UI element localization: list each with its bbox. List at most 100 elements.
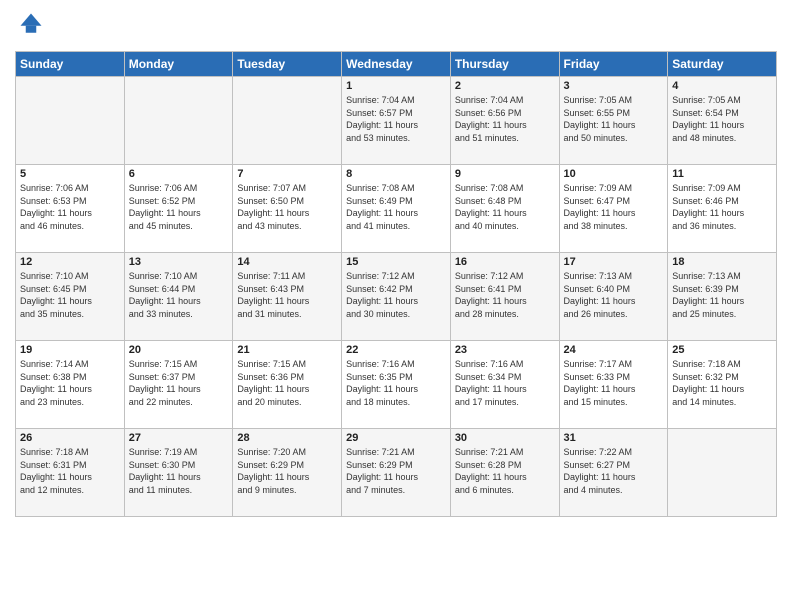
calendar-cell [668, 429, 777, 517]
day-number: 21 [237, 344, 337, 356]
day-number: 29 [346, 432, 446, 444]
calendar-cell: 4 Sunrise: 7:05 AM Sunset: 6:54 PM Daylig… [668, 77, 777, 165]
main-container: SundayMondayTuesdayWednesdayThursdayFrid… [0, 0, 792, 527]
day-number: 4 [672, 80, 772, 92]
day-info: Sunrise: 7:19 AM Sunset: 6:30 PM Dayligh… [129, 446, 229, 496]
day-info: Sunrise: 7:12 AM Sunset: 6:41 PM Dayligh… [455, 270, 555, 320]
day-info: Sunrise: 7:18 AM Sunset: 6:32 PM Dayligh… [672, 358, 772, 408]
day-info: Sunrise: 7:16 AM Sunset: 6:34 PM Dayligh… [455, 358, 555, 408]
day-info: Sunrise: 7:18 AM Sunset: 6:31 PM Dayligh… [20, 446, 120, 496]
calendar-week-2: 5 Sunrise: 7:06 AM Sunset: 6:53 PM Daylig… [16, 165, 777, 253]
day-info: Sunrise: 7:08 AM Sunset: 6:49 PM Dayligh… [346, 182, 446, 232]
day-number: 28 [237, 432, 337, 444]
day-info: Sunrise: 7:22 AM Sunset: 6:27 PM Dayligh… [564, 446, 664, 496]
day-number: 19 [20, 344, 120, 356]
calendar-cell: 10 Sunrise: 7:09 AM Sunset: 6:47 PM Dayli… [559, 165, 668, 253]
calendar-week-5: 26 Sunrise: 7:18 AM Sunset: 6:31 PM Dayli… [16, 429, 777, 517]
day-info: Sunrise: 7:06 AM Sunset: 6:53 PM Dayligh… [20, 182, 120, 232]
calendar-cell: 21 Sunrise: 7:15 AM Sunset: 6:36 PM Dayli… [233, 341, 342, 429]
day-number: 16 [455, 256, 555, 268]
day-number: 2 [455, 80, 555, 92]
calendar-header-row: SundayMondayTuesdayWednesdayThursdayFrid… [16, 52, 777, 77]
calendar-cell: 9 Sunrise: 7:08 AM Sunset: 6:48 PM Daylig… [450, 165, 559, 253]
day-info: Sunrise: 7:06 AM Sunset: 6:52 PM Dayligh… [129, 182, 229, 232]
day-number: 18 [672, 256, 772, 268]
calendar-cell: 25 Sunrise: 7:18 AM Sunset: 6:32 PM Dayli… [668, 341, 777, 429]
day-info: Sunrise: 7:10 AM Sunset: 6:45 PM Dayligh… [20, 270, 120, 320]
calendar-cell [233, 77, 342, 165]
calendar-cell: 29Sunrise: 7:21 AM Sunset: 6:29 PM Dayli… [342, 429, 451, 517]
calendar-cell: 28 Sunrise: 7:20 AM Sunset: 6:29 PM Dayli… [233, 429, 342, 517]
calendar-cell: 20 Sunrise: 7:15 AM Sunset: 6:37 PM Dayli… [124, 341, 233, 429]
calendar-week-3: 12 Sunrise: 7:10 AM Sunset: 6:45 PM Dayli… [16, 253, 777, 341]
day-number: 10 [564, 168, 664, 180]
day-number: 20 [129, 344, 229, 356]
day-info: Sunrise: 7:09 AM Sunset: 6:47 PM Dayligh… [564, 182, 664, 232]
calendar-cell: 2 Sunrise: 7:04 AM Sunset: 6:56 PM Daylig… [450, 77, 559, 165]
calendar-cell: 6 Sunrise: 7:06 AM Sunset: 6:52 PM Daylig… [124, 165, 233, 253]
calendar-cell: 3 Sunrise: 7:05 AM Sunset: 6:55 PM Daylig… [559, 77, 668, 165]
calendar-body: 1 Sunrise: 7:04 AM Sunset: 6:57 PM Daylig… [16, 77, 777, 517]
day-info: Sunrise: 7:04 AM Sunset: 6:57 PM Dayligh… [346, 94, 446, 144]
day-number: 5 [20, 168, 120, 180]
day-info: Sunrise: 7:20 AM Sunset: 6:29 PM Dayligh… [237, 446, 337, 496]
day-number: 24 [564, 344, 664, 356]
calendar-cell: 12 Sunrise: 7:10 AM Sunset: 6:45 PM Dayli… [16, 253, 125, 341]
day-info: Sunrise: 7:04 AM Sunset: 6:56 PM Dayligh… [455, 94, 555, 144]
day-info: Sunrise: 7:10 AM Sunset: 6:44 PM Dayligh… [129, 270, 229, 320]
day-number: 12 [20, 256, 120, 268]
day-info: Sunrise: 7:11 AM Sunset: 6:43 PM Dayligh… [237, 270, 337, 320]
weekday-header-monday: Monday [124, 52, 233, 77]
logo [15, 10, 47, 43]
day-number: 11 [672, 168, 772, 180]
calendar-cell [124, 77, 233, 165]
day-info: Sunrise: 7:16 AM Sunset: 6:35 PM Dayligh… [346, 358, 446, 408]
day-info: Sunrise: 7:07 AM Sunset: 6:50 PM Dayligh… [237, 182, 337, 232]
calendar-cell: 11 Sunrise: 7:09 AM Sunset: 6:46 PM Dayli… [668, 165, 777, 253]
weekday-header-saturday: Saturday [668, 52, 777, 77]
calendar-cell [16, 77, 125, 165]
calendar-cell: 13Sunrise: 7:10 AM Sunset: 6:44 PM Dayli… [124, 253, 233, 341]
day-info: Sunrise: 7:05 AM Sunset: 6:54 PM Dayligh… [672, 94, 772, 144]
calendar-cell: 30Sunrise: 7:21 AM Sunset: 6:28 PM Dayli… [450, 429, 559, 517]
day-number: 22 [346, 344, 446, 356]
day-info: Sunrise: 7:09 AM Sunset: 6:46 PM Dayligh… [672, 182, 772, 232]
calendar-cell: 15Sunrise: 7:12 AM Sunset: 6:42 PM Dayli… [342, 253, 451, 341]
weekday-header-tuesday: Tuesday [233, 52, 342, 77]
calendar-cell: 31 Sunrise: 7:22 AM Sunset: 6:27 PM Dayli… [559, 429, 668, 517]
day-info: Sunrise: 7:13 AM Sunset: 6:40 PM Dayligh… [564, 270, 664, 320]
day-number: 6 [129, 168, 229, 180]
calendar-cell: 16 Sunrise: 7:12 AM Sunset: 6:41 PM Dayli… [450, 253, 559, 341]
weekday-header-thursday: Thursday [450, 52, 559, 77]
day-number: 1 [346, 80, 446, 92]
day-info: Sunrise: 7:08 AM Sunset: 6:48 PM Dayligh… [455, 182, 555, 232]
calendar-week-4: 19 Sunrise: 7:14 AM Sunset: 6:38 PM Dayli… [16, 341, 777, 429]
day-number: 17 [564, 256, 664, 268]
calendar-week-1: 1 Sunrise: 7:04 AM Sunset: 6:57 PM Daylig… [16, 77, 777, 165]
day-number: 8 [346, 168, 446, 180]
day-number: 26 [20, 432, 120, 444]
day-info: Sunrise: 7:05 AM Sunset: 6:55 PM Dayligh… [564, 94, 664, 144]
day-number: 7 [237, 168, 337, 180]
day-number: 30 [455, 432, 555, 444]
calendar-cell: 7 Sunrise: 7:07 AM Sunset: 6:50 PM Daylig… [233, 165, 342, 253]
calendar-cell: 26 Sunrise: 7:18 AM Sunset: 6:31 PM Dayli… [16, 429, 125, 517]
weekday-header-friday: Friday [559, 52, 668, 77]
logo-icon [17, 10, 45, 38]
calendar-cell: 18Sunrise: 7:13 AM Sunset: 6:39 PM Dayli… [668, 253, 777, 341]
day-number: 31 [564, 432, 664, 444]
weekday-header-wednesday: Wednesday [342, 52, 451, 77]
calendar-cell: 17 Sunrise: 7:13 AM Sunset: 6:40 PM Dayli… [559, 253, 668, 341]
calendar-cell: 14Sunrise: 7:11 AM Sunset: 6:43 PM Dayli… [233, 253, 342, 341]
day-info: Sunrise: 7:15 AM Sunset: 6:36 PM Dayligh… [237, 358, 337, 408]
calendar-cell: 24Sunrise: 7:17 AM Sunset: 6:33 PM Dayli… [559, 341, 668, 429]
day-number: 9 [455, 168, 555, 180]
day-info: Sunrise: 7:14 AM Sunset: 6:38 PM Dayligh… [20, 358, 120, 408]
day-info: Sunrise: 7:12 AM Sunset: 6:42 PM Dayligh… [346, 270, 446, 320]
header [15, 10, 777, 43]
day-number: 3 [564, 80, 664, 92]
day-number: 25 [672, 344, 772, 356]
day-info: Sunrise: 7:15 AM Sunset: 6:37 PM Dayligh… [129, 358, 229, 408]
calendar-cell: 19 Sunrise: 7:14 AM Sunset: 6:38 PM Dayli… [16, 341, 125, 429]
calendar-cell: 27Sunrise: 7:19 AM Sunset: 6:30 PM Dayli… [124, 429, 233, 517]
